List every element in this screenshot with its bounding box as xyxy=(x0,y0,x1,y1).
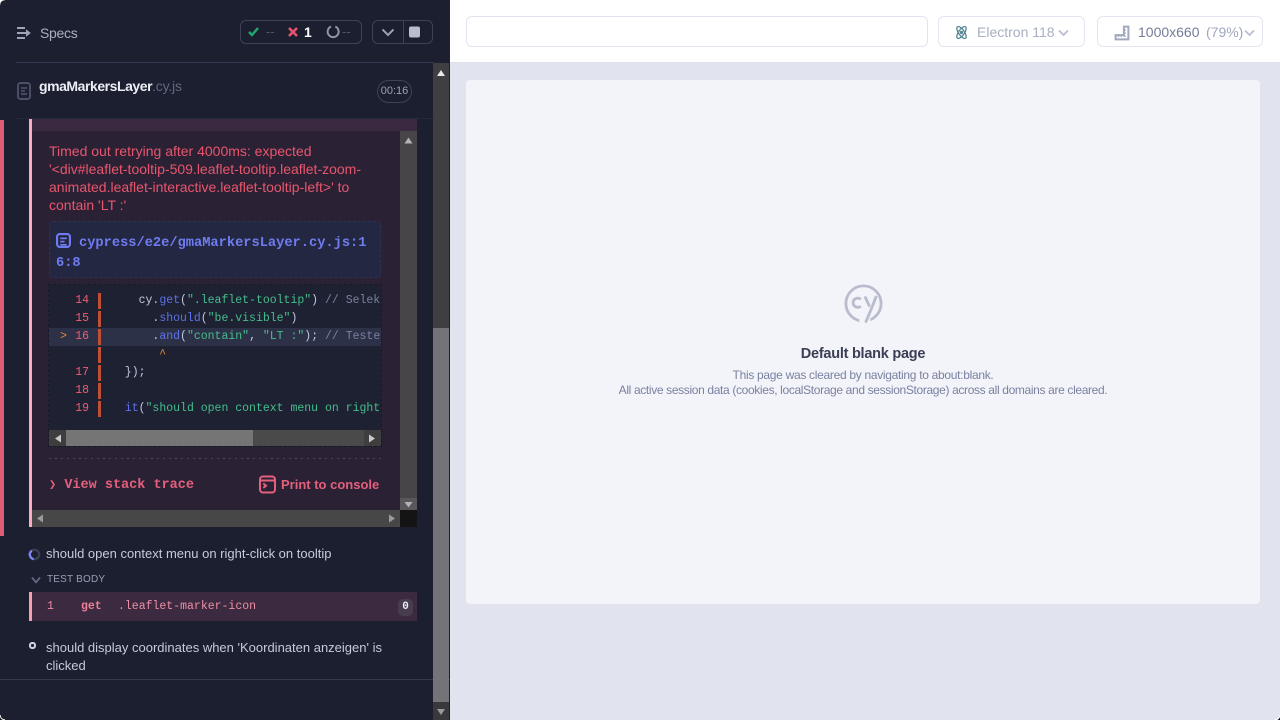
svg-text:--: -- xyxy=(342,24,351,39)
svg-text:--: -- xyxy=(266,24,275,39)
svg-text:1: 1 xyxy=(304,24,312,40)
